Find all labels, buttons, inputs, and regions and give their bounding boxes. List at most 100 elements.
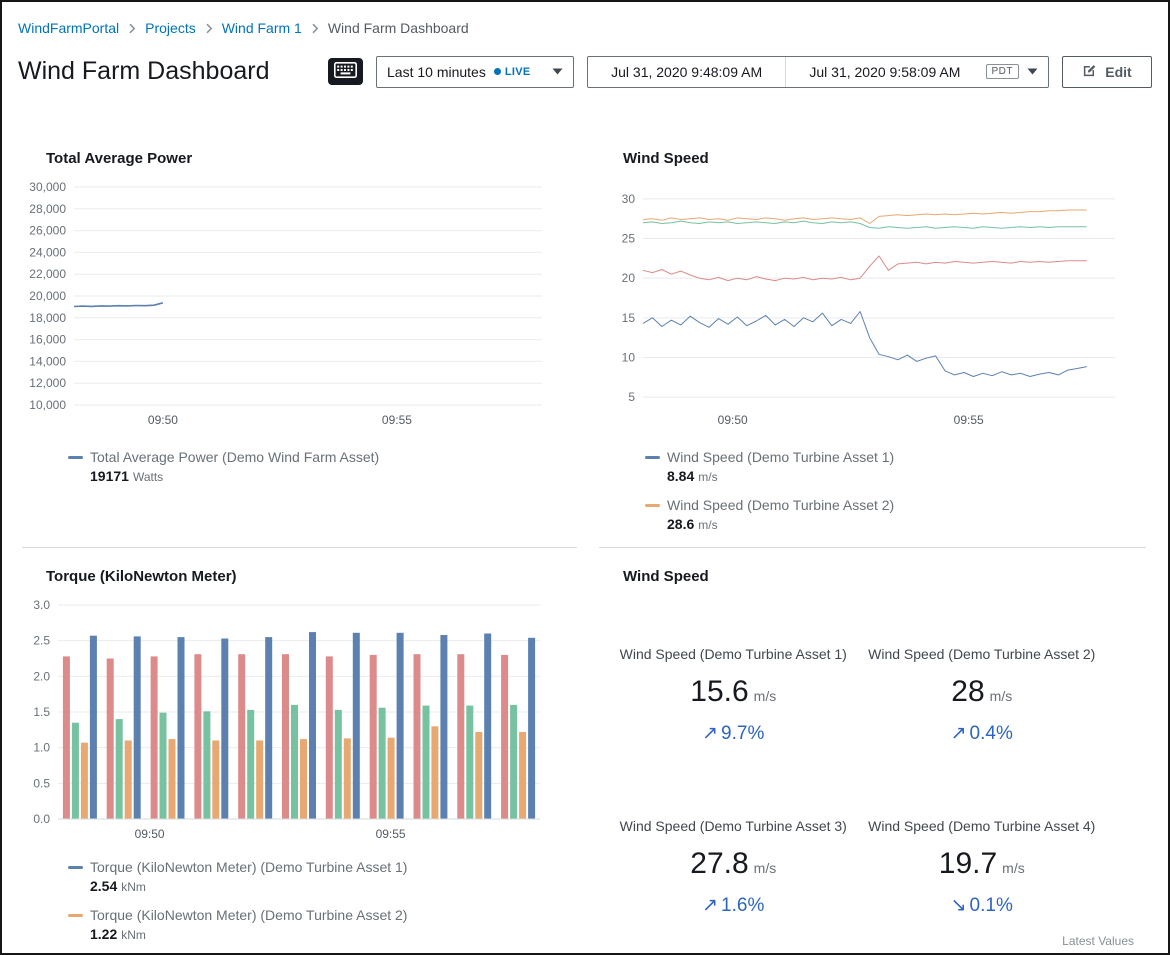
trend-up-arrow-icon: ↗ [702, 723, 718, 744]
chevron-down-icon [1027, 68, 1038, 75]
svg-text:25: 25 [622, 232, 636, 246]
kpi-value: 19.7 [939, 847, 997, 880]
kpi-label: Wind Speed (Demo Turbine Asset 3) [609, 817, 858, 835]
trend-up-arrow-icon: ↗ [951, 723, 967, 744]
keyboard-shortcuts-button[interactable] [328, 58, 363, 85]
svg-text:12,000: 12,000 [29, 376, 66, 390]
kpi-unit: m/s [754, 860, 777, 876]
kpi-unit: m/s [1002, 860, 1025, 876]
kpi-trend-value: 9.7% [721, 723, 764, 744]
live-label: LIVE [505, 66, 531, 78]
legend-unit: m/s [698, 470, 717, 484]
legend-swatch [68, 866, 83, 869]
chevron-down-icon [552, 68, 563, 75]
legend-swatch [645, 504, 660, 507]
panel-title: Torque (KiloNewton Meter) [46, 566, 577, 587]
svg-text:5: 5 [628, 390, 635, 404]
legend-value: 28.6 [667, 516, 694, 532]
kpi-label: Wind Speed (Demo Turbine Asset 4) [858, 817, 1107, 835]
live-indicator: LIVE [494, 66, 531, 78]
kpi-value: 27.8 [690, 847, 748, 880]
trend-down-arrow-icon: ↘ [951, 895, 967, 916]
breadcrumb-link-projects[interactable]: Projects [145, 18, 196, 38]
kpi-trend-value: 0.4% [970, 723, 1013, 744]
dashboard-grid: Total Average Power 10,00012,00014,00016… [2, 130, 1168, 955]
kpi-value: 15.6 [690, 675, 748, 708]
legend-unit: m/s [698, 518, 717, 532]
kpi-card-asset-1: Wind Speed (Demo Turbine Asset 1) 15.6 m/… [609, 645, 858, 745]
kpi-unit: m/s [990, 688, 1013, 704]
breadcrumb-link-windfarmportal[interactable]: WindFarmPortal [18, 18, 119, 38]
kpi-trend-value: 1.6% [721, 895, 764, 916]
svg-text:0.5: 0.5 [33, 776, 50, 790]
breadcrumb-current: Wind Farm Dashboard [328, 18, 469, 38]
svg-text:30: 30 [622, 192, 636, 206]
svg-text:09:50: 09:50 [135, 827, 165, 841]
panel-title: Total Average Power [46, 148, 577, 169]
chevron-right-icon [128, 23, 136, 34]
time-range-select[interactable]: Last 10 minutes LIVE [376, 56, 574, 88]
svg-text:10,000: 10,000 [29, 398, 66, 412]
edit-button[interactable]: Edit [1062, 56, 1152, 88]
svg-text:1.0: 1.0 [33, 741, 50, 755]
chart-legend: Wind Speed (Demo Turbine Asset 1) 8.84m/… [645, 447, 1146, 548]
chart-legend: Torque (KiloNewton Meter) (Demo Turbine … [68, 857, 577, 955]
svg-text:18,000: 18,000 [29, 311, 66, 325]
kpi-card-asset-3: Wind Speed (Demo Turbine Asset 3) 27.8 m/… [609, 817, 858, 917]
svg-text:09:55: 09:55 [382, 413, 412, 427]
breadcrumb-link-wind-farm-1[interactable]: Wind Farm 1 [222, 18, 302, 38]
legend-swatch [645, 456, 660, 459]
kpi-unit: m/s [754, 688, 777, 704]
kpi-label: Wind Speed (Demo Turbine Asset 2) [858, 645, 1107, 663]
svg-text:09:50: 09:50 [718, 413, 748, 427]
edit-button-label: Edit [1105, 64, 1131, 80]
svg-text:24,000: 24,000 [29, 245, 66, 259]
legend-unit: kNm [121, 880, 146, 894]
wind-speed-line-chart[interactable]: 5101520253009:5009:55 [603, 179, 1127, 431]
svg-text:10: 10 [622, 350, 636, 364]
kpi-value: 28 [951, 675, 984, 708]
end-date: Jul 31, 2020 9:58:09 AM [786, 64, 983, 80]
date-range-picker[interactable]: Jul 31, 2020 9:48:09 AM Jul 31, 2020 9:5… [587, 56, 1049, 88]
page-header: Wind Farm Dashboard Last 10 minutes LIVE… [2, 38, 1168, 88]
chevron-right-icon [311, 23, 319, 34]
timezone-badge: PDT [986, 64, 1020, 79]
breadcrumb: WindFarmPortal Projects Wind Farm 1 Wind… [2, 2, 1168, 38]
kpi-card-asset-2: Wind Speed (Demo Turbine Asset 2) 28m/s … [858, 645, 1107, 745]
svg-text:09:50: 09:50 [148, 413, 178, 427]
svg-text:20,000: 20,000 [29, 289, 66, 303]
legend-swatch [68, 914, 83, 917]
panel-wind-speed-kpi: Wind Speed Wind Speed (Demo Turbine Asse… [599, 548, 1146, 955]
legend-value: 2.54 [90, 878, 117, 894]
start-date: Jul 31, 2020 9:48:09 AM [588, 64, 785, 80]
kpi-label: Wind Speed (Demo Turbine Asset 1) [609, 645, 858, 663]
panel-torque-chart: Torque (KiloNewton Meter) 0.0 0.5 1.0 1.5 2.… [22, 548, 577, 955]
legend-unit: kNm [121, 928, 146, 942]
svg-text:28,000: 28,000 [29, 202, 66, 216]
svg-text:0.0: 0.0 [33, 812, 50, 826]
panel-wind-speed-chart: Wind Speed 5101520253009:5009:55 Wind Sp… [599, 130, 1146, 548]
total-average-power-line-chart[interactable]: 10,00012,00014,00016,00018,00020,00022,0… [22, 179, 552, 431]
svg-text:09:55: 09:55 [954, 413, 984, 427]
live-dot-icon [494, 68, 501, 75]
trend-up-arrow-icon: ↗ [702, 895, 718, 916]
svg-text:26,000: 26,000 [29, 224, 66, 238]
panel-total-average-power: Total Average Power 10,00012,00014,00016… [22, 130, 577, 548]
svg-text:1.5: 1.5 [33, 705, 50, 719]
legend-label: Torque (KiloNewton Meter) (Demo Turbine … [90, 905, 407, 925]
legend-label: Wind Speed (Demo Turbine Asset 2) [667, 495, 894, 515]
svg-text:20: 20 [622, 271, 636, 285]
page-title: Wind Farm Dashboard [18, 55, 269, 88]
legend-item: Total Average Power (Demo Wind Farm Asse… [68, 447, 577, 486]
legend-item: Wind Speed (Demo Turbine Asset 1) 8.84m/… [645, 447, 1146, 486]
kpi-grid: Wind Speed (Demo Turbine Asset 1) 15.6 m/… [609, 645, 1106, 917]
legend-label: Wind Speed (Demo Turbine Asset 1) [667, 447, 894, 467]
panel-title: Wind Speed [623, 148, 1146, 169]
wind-farm-dashboard-page: WindFarmPortal Projects Wind Farm 1 Wind… [0, 0, 1170, 955]
keyboard-icon [334, 62, 357, 81]
legend-item: Wind Speed (Demo Turbine Asset 2) 28.6 m/… [645, 495, 1146, 534]
legend-label: Total Average Power (Demo Wind Farm Asse… [90, 447, 379, 467]
time-range-label: Last 10 minutes [387, 64, 486, 80]
torque-bar-chart[interactable]: 0.00.51.01.52.02.53.009:5009:55 [22, 595, 552, 845]
legend-value: 19171 [90, 468, 129, 484]
